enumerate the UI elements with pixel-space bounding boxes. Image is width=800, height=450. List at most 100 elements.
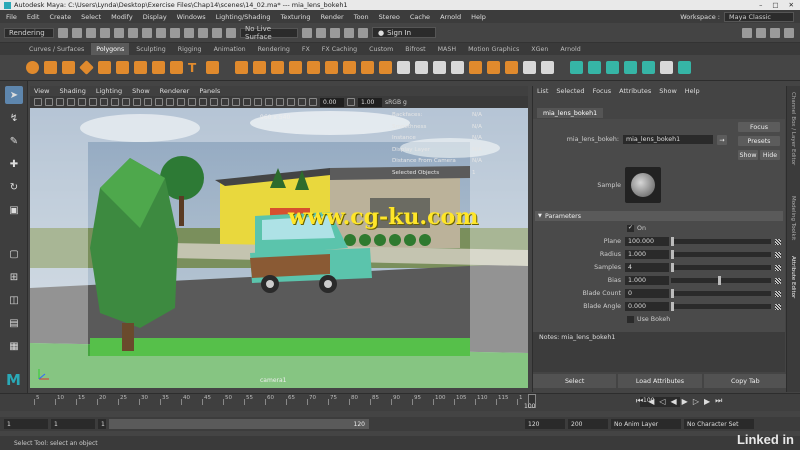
sign-in-button[interactable]: ● Sign In xyxy=(372,27,436,38)
menu-stereo[interactable]: Stereo xyxy=(379,13,400,21)
depth-of-field-icon[interactable] xyxy=(254,98,262,106)
smooth-shade-icon[interactable] xyxy=(166,98,174,106)
poly-plane-icon[interactable] xyxy=(116,61,129,74)
character-set-dropdown[interactable]: No Character Set xyxy=(684,419,754,429)
render-view-icon[interactable] xyxy=(358,27,368,38)
snap-view-icon[interactable] xyxy=(212,27,222,38)
scene-start-field[interactable]: 1 xyxy=(4,419,48,429)
quad-draw-icon[interactable] xyxy=(451,61,464,74)
xray-icon[interactable] xyxy=(276,98,284,106)
open-scene-icon[interactable] xyxy=(72,27,82,38)
render-frame-icon[interactable] xyxy=(302,27,312,38)
separate-icon[interactable] xyxy=(253,61,266,74)
on-checkbox[interactable]: ✓ xyxy=(627,224,634,232)
ae-menu-help[interactable]: Help xyxy=(685,87,700,95)
menu-file[interactable]: File xyxy=(6,13,17,21)
bridge-icon[interactable] xyxy=(343,61,356,74)
uv-editor-icon[interactable] xyxy=(642,61,655,74)
use-bokeh-checkbox[interactable] xyxy=(627,316,634,323)
menu-texturing[interactable]: Texturing xyxy=(281,13,311,21)
ae-menu-selected[interactable]: Selected xyxy=(556,87,584,95)
maximize-icon[interactable]: □ xyxy=(772,1,778,9)
anti-aliasing-icon[interactable] xyxy=(243,98,251,106)
slider-knob[interactable] xyxy=(671,237,674,246)
smooth-icon[interactable] xyxy=(271,61,284,74)
wireframe-on-shaded-icon[interactable] xyxy=(177,98,185,106)
slider-knob[interactable] xyxy=(671,263,674,272)
live-surface-field[interactable]: No Live Surface xyxy=(240,25,298,41)
gamma-field[interactable]: 1.00 xyxy=(358,97,382,107)
menu-toon[interactable]: Toon xyxy=(354,13,369,21)
connect-icon[interactable] xyxy=(433,61,446,74)
bevel-icon[interactable] xyxy=(361,61,374,74)
select-tool-icon[interactable]: ➤ xyxy=(5,86,23,104)
shelf-tab-animation[interactable]: Animation xyxy=(209,43,251,55)
close-icon[interactable]: ✕ xyxy=(789,1,794,9)
field-chart-icon[interactable] xyxy=(122,98,130,106)
graph-layout-icon[interactable]: ▦ xyxy=(5,337,23,355)
camera-attributes-icon[interactable] xyxy=(45,98,53,106)
step-forward-frame-icon[interactable]: ▷ xyxy=(693,397,699,406)
shelf-tab-polygons[interactable]: Polygons xyxy=(91,43,130,55)
poly-sphere-icon[interactable] xyxy=(26,61,39,74)
exposure-icon[interactable] xyxy=(309,98,317,106)
param-blade-count-slider[interactable] xyxy=(671,289,771,298)
slider-knob[interactable] xyxy=(717,276,721,285)
camera-select-icon[interactable] xyxy=(34,98,42,106)
outliner-layout-icon[interactable]: ▤ xyxy=(5,314,23,332)
menu-select[interactable]: Select xyxy=(81,13,101,21)
menu-modify[interactable]: Modify xyxy=(111,13,133,21)
param-radius-slider[interactable] xyxy=(671,250,771,259)
multi-cut-icon[interactable] xyxy=(397,61,410,74)
step-forward-key-icon[interactable]: ▶ xyxy=(704,397,710,406)
target-weld-icon[interactable] xyxy=(415,61,428,74)
insert-loop-icon[interactable] xyxy=(487,61,500,74)
use-all-lights-icon[interactable] xyxy=(199,98,207,106)
minimize-icon[interactable]: – xyxy=(759,1,762,9)
cut-uv-icon[interactable] xyxy=(678,61,691,74)
scale-tool-icon[interactable]: ▣ xyxy=(5,201,23,219)
ambient-occlusion-icon[interactable] xyxy=(221,98,229,106)
anim-layer-dropdown[interactable]: No Anim Layer xyxy=(611,419,681,429)
play-forward-icon[interactable]: ▶ xyxy=(682,397,688,406)
poly-torus-icon[interactable] xyxy=(98,61,111,74)
select-button[interactable]: Select xyxy=(533,374,617,388)
workspace-dropdown[interactable]: Maya Classic xyxy=(724,11,794,22)
show-button[interactable]: Show xyxy=(738,150,758,160)
mirror-icon[interactable] xyxy=(307,61,320,74)
two-pane-layout-icon[interactable]: ◫ xyxy=(5,291,23,309)
xray-joints-icon[interactable] xyxy=(287,98,295,106)
collapse-icon[interactable] xyxy=(523,61,536,74)
step-back-key-icon[interactable]: ◀ xyxy=(648,397,654,406)
offset-loop-icon[interactable] xyxy=(505,61,518,74)
menu-cache[interactable]: Cache xyxy=(410,13,430,21)
param-blade-angle-slider[interactable] xyxy=(671,302,771,311)
map-button-icon[interactable] xyxy=(775,239,781,245)
map-button-icon[interactable] xyxy=(775,304,781,310)
shelf-tab-rigging[interactable]: Rigging xyxy=(173,43,207,55)
paint-select-icon[interactable]: ✎ xyxy=(5,132,23,150)
extrude-icon[interactable] xyxy=(325,61,338,74)
viewport-menu-shading[interactable]: Shading xyxy=(59,87,85,95)
go-to-input-icon[interactable]: → xyxy=(717,135,727,145)
exposure-field[interactable]: 0.00 xyxy=(320,97,344,107)
viewport-menu-renderer[interactable]: Renderer xyxy=(160,87,190,95)
shelf-tab-fx-caching[interactable]: FX Caching xyxy=(317,43,362,55)
channel-box-toggle-icon[interactable] xyxy=(784,27,794,38)
map-button-icon[interactable] xyxy=(775,278,781,284)
slider-knob[interactable] xyxy=(671,250,674,259)
shelf-tab-curves-surfaces[interactable]: Curves / Surfaces xyxy=(24,43,89,55)
shelf-tab-xgen[interactable]: XGen xyxy=(526,43,553,55)
notes-panel[interactable]: Notes: mia_lens_bokeh1 xyxy=(533,332,785,372)
shelf-tab-mash[interactable]: MASH xyxy=(433,43,461,55)
poly-cone-icon[interactable] xyxy=(79,60,94,75)
scene-end-field[interactable]: 200 xyxy=(568,419,608,429)
shelf-tab-custom[interactable]: Custom xyxy=(364,43,398,55)
slider-knob[interactable] xyxy=(671,289,674,298)
colorspace-label[interactable]: sRGB g xyxy=(385,99,407,106)
load-attributes-button[interactable]: Load Attributes xyxy=(618,374,702,388)
menu-arnold[interactable]: Arnold xyxy=(440,13,461,21)
safe-title-icon[interactable] xyxy=(144,98,152,106)
ae-menu-attributes[interactable]: Attributes xyxy=(619,87,651,95)
slider-knob[interactable] xyxy=(671,302,674,311)
